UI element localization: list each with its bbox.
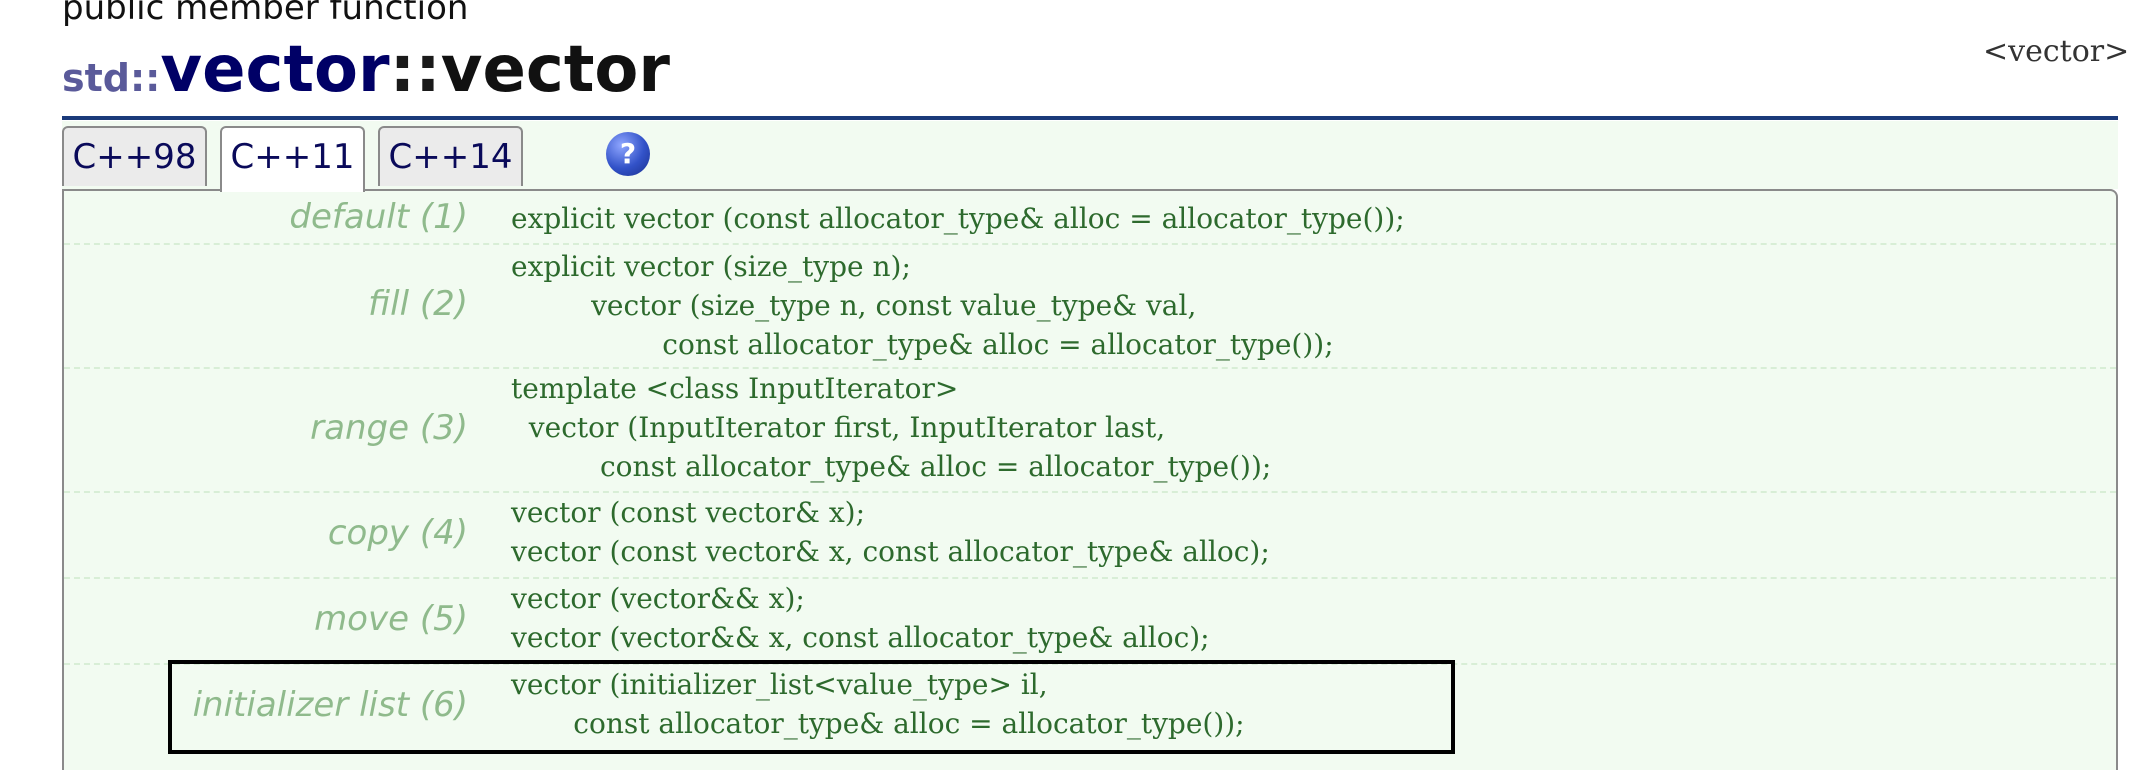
constructor-code: vector (vector&& x); vector (vector&& x,… — [511, 582, 1210, 654]
constructor-label: range (3) — [310, 408, 468, 448]
constructor-label: default (1) — [289, 197, 468, 237]
constructor-row-default: default (1) explicit vector (const alloc… — [64, 191, 2116, 245]
constructor-row-fill: fill (2) explicit vector (size_type n); … — [64, 243, 2116, 369]
constructor-code: explicit vector (const allocator_type& a… — [511, 202, 1405, 235]
constructor-row-copy: copy (4) vector (const vector& x); vecto… — [64, 491, 2116, 579]
title-class-name[interactable]: vector — [160, 33, 389, 107]
tab-cpp98[interactable]: C++98 — [62, 126, 207, 186]
title-separator: :: — [389, 33, 441, 107]
constructor-label: copy (4) — [327, 513, 468, 553]
constructor-row-initializer-list: initializer list (6) vector (initializer… — [64, 663, 2116, 763]
version-tab-bar: C++98 C++11 C++14 ? — [62, 121, 2118, 192]
constructor-code: template <class InputIterator> vector (I… — [511, 372, 1272, 483]
constructor-label: fill (2) — [368, 284, 468, 324]
constructor-code: vector (const vector& x); vector (const … — [511, 496, 1270, 568]
constructor-label: initializer list (6) — [192, 685, 468, 725]
constructor-row-range: range (3) template <class InputIterator>… — [64, 367, 2116, 493]
tab-cpp11[interactable]: C++11 — [220, 126, 365, 192]
constructor-row-move: move (5) vector (vector&& x); vector (ve… — [64, 577, 2116, 665]
function-kind-label: public member function — [62, 0, 469, 28]
title-function-name: vector — [440, 33, 670, 107]
title-namespace[interactable]: std:: — [62, 56, 160, 100]
page-title: std::vector::vector — [62, 38, 670, 102]
tab-cpp14[interactable]: C++14 — [378, 126, 523, 186]
title-divider — [62, 116, 2118, 120]
constructor-signatures-panel: default (1) explicit vector (const alloc… — [62, 189, 2118, 770]
constructor-code: explicit vector (size_type n); vector (s… — [511, 250, 1334, 361]
header-file-link[interactable]: <vector> — [1983, 34, 2129, 69]
constructor-code: vector (initializer_list<value_type> il,… — [511, 668, 1245, 740]
constructor-label: move (5) — [314, 599, 468, 639]
help-icon[interactable]: ? — [606, 132, 650, 176]
